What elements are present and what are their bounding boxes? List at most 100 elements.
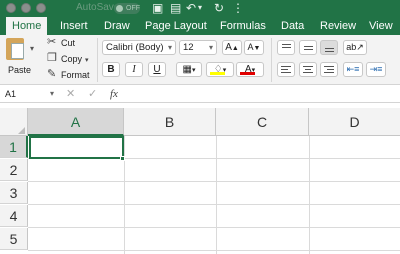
chevron-down-icon: ▾ <box>208 43 213 52</box>
cell-d1[interactable] <box>310 136 400 158</box>
bold-button[interactable]: B <box>102 62 120 77</box>
grow-font-icon: A <box>225 42 232 53</box>
cancel-icon[interactable]: ✕ <box>66 87 75 101</box>
row-header-3[interactable]: 3 <box>0 182 28 204</box>
align-center-icon <box>305 69 311 70</box>
tab-review[interactable]: Review <box>320 17 356 35</box>
align-top-button[interactable] <box>277 40 295 55</box>
column-header-c[interactable]: C <box>216 108 309 136</box>
decrease-indent-button[interactable]: ⇤≡ <box>343 62 363 77</box>
tab-home[interactable]: Home <box>6 17 48 35</box>
undo-dropdown-icon[interactable]: ▾ <box>198 1 202 15</box>
orientation-button[interactable]: ab↗ <box>343 40 367 55</box>
fill-color-button[interactable]: ♢▾ <box>206 62 234 77</box>
copy-icon[interactable]: ❐ <box>47 53 57 64</box>
font-color-swatch <box>240 72 255 75</box>
increase-indent-icon: ⇥≡ <box>369 64 383 74</box>
tab-insert[interactable]: Insert <box>60 17 88 35</box>
minimize-window-button[interactable] <box>21 3 31 13</box>
cell-b1[interactable] <box>125 136 216 158</box>
font-size-select[interactable]: 12 ▾ <box>179 40 217 55</box>
tab-data[interactable]: Data <box>281 17 304 35</box>
highlight-color-swatch <box>210 72 225 75</box>
insert-function-button[interactable]: fx <box>110 87 118 101</box>
print-icon[interactable]: ▤ <box>170 1 181 15</box>
close-window-button[interactable] <box>6 3 16 13</box>
undo-icon[interactable]: ↶ <box>186 1 196 15</box>
font-color-button[interactable]: A▾ <box>236 62 264 77</box>
format-painter-button[interactable]: Format <box>61 70 90 80</box>
name-box-dropdown-icon[interactable]: ▾ <box>50 87 54 101</box>
align-middle-icon <box>304 46 313 47</box>
italic-button[interactable]: I <box>125 62 143 77</box>
tab-view[interactable]: View <box>369 17 393 35</box>
column-header-row: A B C D <box>0 108 400 136</box>
group-divider <box>271 38 272 82</box>
formula-input[interactable] <box>128 87 398 101</box>
align-center-icon <box>303 66 313 67</box>
align-top-icon <box>282 44 291 45</box>
align-left-icon <box>281 72 291 73</box>
tab-formulas[interactable]: Formulas <box>220 17 266 35</box>
borders-button[interactable]: ▦▾ <box>176 62 202 77</box>
row-header-2[interactable]: 2 <box>0 159 28 181</box>
row-header-4[interactable]: 4 <box>0 205 28 227</box>
font-family-select[interactable]: Calibri (Body) ▾ <box>102 40 176 55</box>
select-all-button[interactable] <box>0 108 28 136</box>
grid-line <box>28 227 400 228</box>
cut-button[interactable]: Cut <box>61 38 75 48</box>
row-header-5[interactable]: 5 <box>0 228 28 250</box>
chevron-down-icon: ▾ <box>191 67 196 74</box>
chevron-down-icon: ▾ <box>167 43 172 52</box>
decrease-indent-icon: ⇤≡ <box>346 64 360 74</box>
paste-dropdown-icon[interactable]: ▾ <box>30 44 34 53</box>
align-middle-button[interactable] <box>299 40 317 55</box>
text-orientation-icon: ab↗ <box>346 42 364 52</box>
autosave-label: AutoSave <box>76 2 120 13</box>
tab-page-layout[interactable]: Page Layout <box>145 17 207 35</box>
align-middle-icon <box>304 49 313 50</box>
enter-check-icon[interactable]: ✓ <box>88 87 97 101</box>
align-left-button[interactable] <box>277 62 295 77</box>
scissors-icon[interactable]: ✂ <box>47 37 56 48</box>
cell-c1[interactable] <box>217 136 309 158</box>
paste-label[interactable]: Paste <box>8 65 31 75</box>
align-right-icon <box>324 66 334 67</box>
maximize-window-button[interactable] <box>36 3 46 13</box>
align-bottom-icon <box>325 51 334 52</box>
align-left-icon <box>281 69 288 70</box>
column-header-d[interactable]: D <box>309 108 400 136</box>
copy-dropdown-icon[interactable]: ▾ <box>85 55 89 66</box>
autosave-toggle[interactable]: OFF <box>114 3 140 14</box>
increase-indent-button[interactable]: ⇥≡ <box>366 62 386 77</box>
align-right-icon <box>324 72 334 73</box>
align-top-icon <box>282 47 291 48</box>
align-right-icon <box>327 69 334 70</box>
align-bottom-button[interactable] <box>320 40 338 55</box>
underline-button[interactable]: U <box>148 62 166 77</box>
formula-bar: A1 ▾ ✕ ✓ fx <box>0 85 400 103</box>
grid-line <box>28 250 400 251</box>
group-divider <box>97 38 98 82</box>
up-caret-icon: ▲ <box>231 45 239 52</box>
row-header-1[interactable]: 1 <box>0 136 28 158</box>
fill-handle[interactable] <box>120 156 125 161</box>
down-caret-icon: ▼ <box>253 45 261 52</box>
align-center-button[interactable] <box>299 62 317 77</box>
paste-icon[interactable] <box>6 38 24 60</box>
decrease-font-size-button[interactable]: A▼ <box>244 40 264 55</box>
title-bar: AutoSave OFF ▣ ▤ ↶ ▾ ↻ ⋮ <box>0 0 400 17</box>
format-painter-icon[interactable]: ✎ <box>47 69 56 80</box>
align-center-icon <box>303 72 313 73</box>
copy-button[interactable]: Copy <box>61 54 82 64</box>
column-header-a[interactable]: A <box>28 108 124 136</box>
more-commands-icon[interactable]: ⋮ <box>232 1 244 15</box>
font-size-value: 12 <box>183 42 194 53</box>
align-right-button[interactable] <box>320 62 338 77</box>
increase-font-size-button[interactable]: A▲ <box>222 40 242 55</box>
column-header-b[interactable]: B <box>124 108 216 136</box>
tab-draw[interactable]: Draw <box>104 17 130 35</box>
font-family-value: Calibri (Body) <box>106 42 164 53</box>
redo-icon[interactable]: ↻ <box>214 1 224 15</box>
save-icon[interactable]: ▣ <box>152 1 163 15</box>
